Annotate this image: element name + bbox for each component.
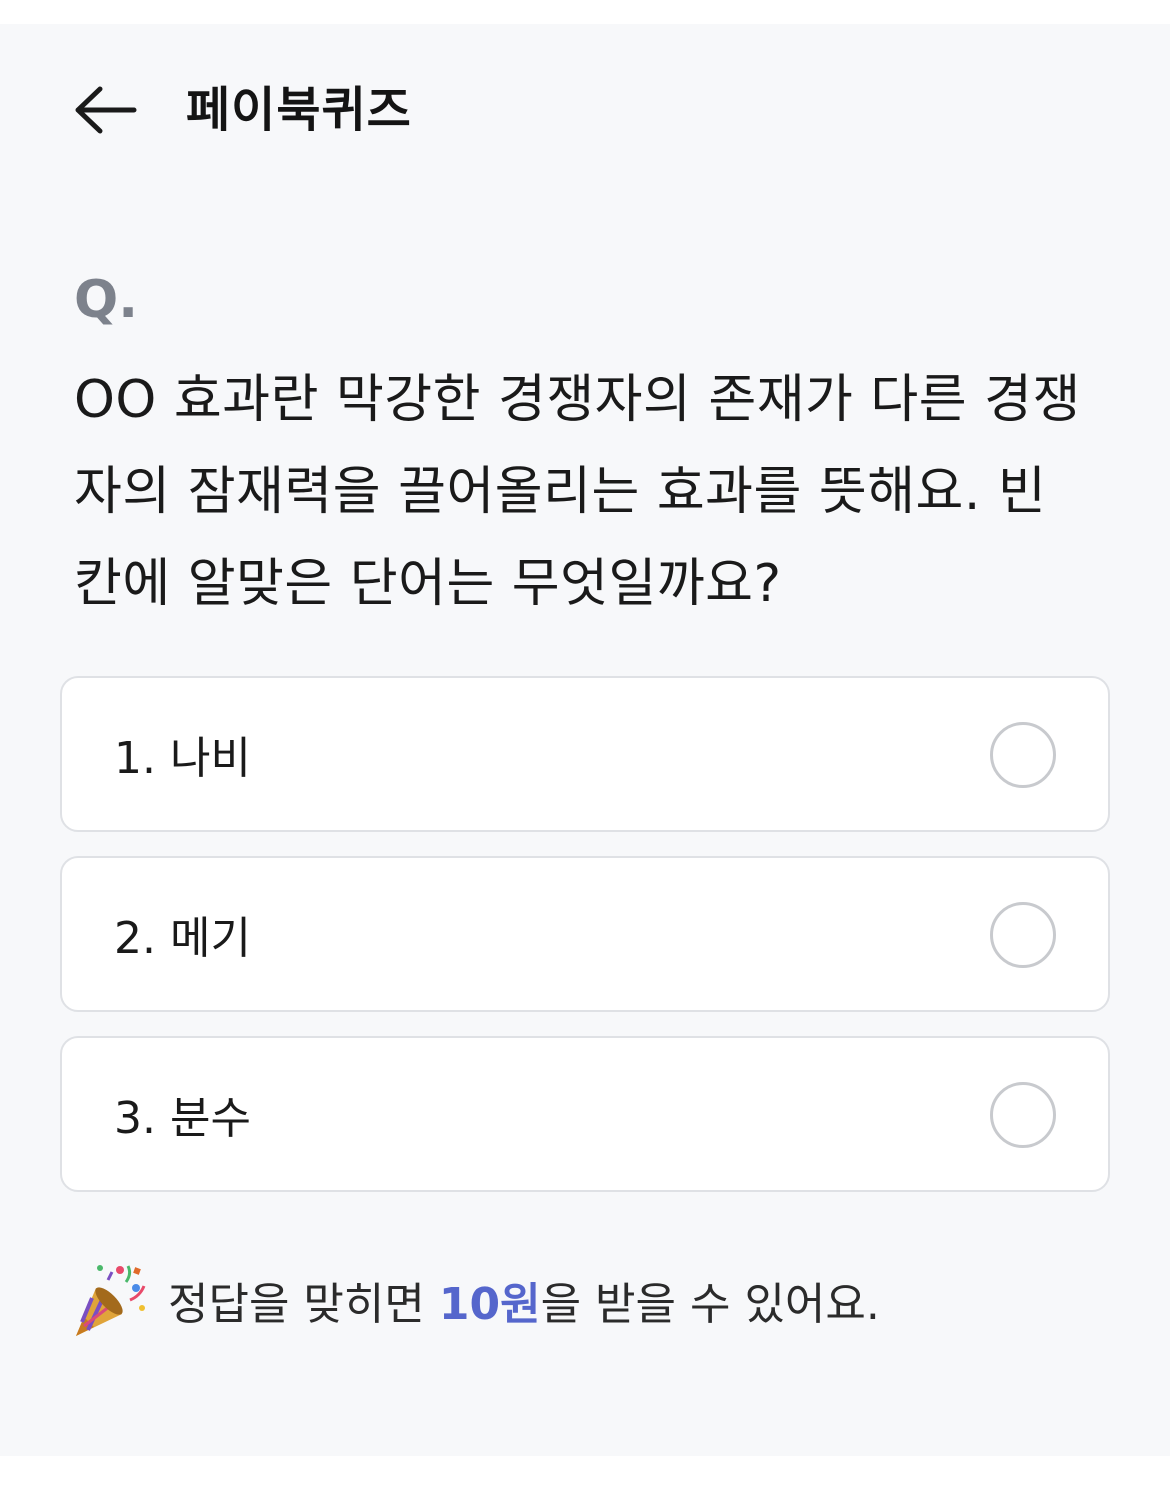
radio-circle-icon[interactable] <box>990 902 1056 968</box>
radio-circle-icon[interactable] <box>990 1082 1056 1148</box>
option-label: 3. 분수 <box>114 1093 251 1144</box>
reward-text: 정답을 맞히면 10원을 받을 수 있어요. <box>168 1268 880 1332</box>
radio-circle-icon[interactable] <box>990 722 1056 788</box>
answer-options: 1. 나비 2. 메기 3. 분수 <box>60 676 1110 1216</box>
option-1[interactable]: 1. 나비 <box>60 676 1110 832</box>
question-text: OO 효과란 막강한 경쟁자의 존재가 다른 경쟁자의 잠재력을 끌어올리는 효… <box>74 370 1081 614</box>
arrow-left-icon <box>75 86 137 134</box>
option-3[interactable]: 3. 분수 <box>60 1036 1110 1192</box>
question-label: Q. <box>74 270 138 330</box>
quiz-screen: 페이북퀴즈 Q. OO 효과란 막강한 경쟁자의 존재가 다른 경쟁자의 잠재력… <box>0 24 1170 1456</box>
reward-text-after: 을 받을 수 있어요. <box>540 1279 880 1330</box>
option-2[interactable]: 2. 메기 <box>60 856 1110 1012</box>
reward-text-before: 정답을 맞히면 <box>168 1279 439 1330</box>
option-label: 2. 메기 <box>114 913 251 964</box>
option-label: 1. 나비 <box>114 733 251 784</box>
header: 페이북퀴즈 <box>0 24 1170 194</box>
party-popper-icon <box>76 1265 146 1336</box>
page-title: 페이북퀴즈 <box>186 82 412 138</box>
reward-notice: 정답을 맞히면 10원을 받을 수 있어요. <box>70 1260 880 1340</box>
back-button[interactable] <box>70 80 142 140</box>
reward-amount: 10원 <box>438 1279 541 1330</box>
